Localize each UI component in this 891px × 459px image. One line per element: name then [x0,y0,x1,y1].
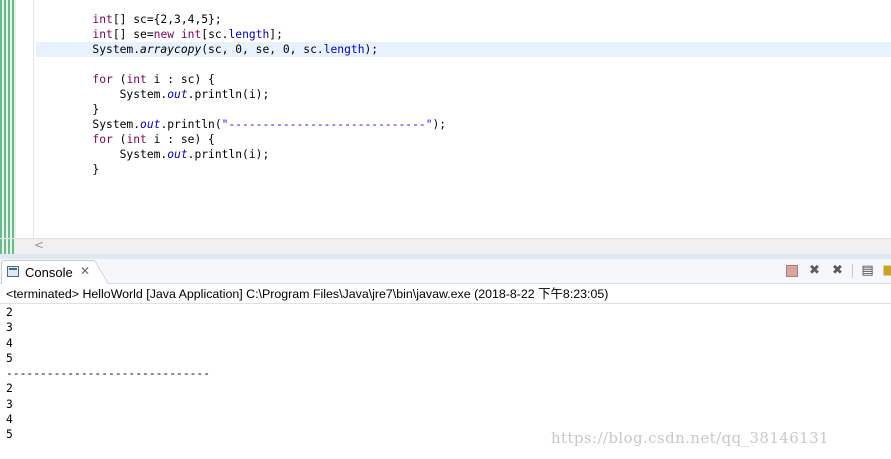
console-output-line: ------------------------------ [6,367,211,381]
code-token: System. [38,148,168,161]
code-editor[interactable]: int[] sc={2,3,4,5}; int[] se=new int[sc.… [0,0,891,238]
code-token: int [92,28,113,41]
code-line[interactable]: int[] sc={2,3,4,5}; [38,12,446,27]
code-line[interactable]: System.arraycopy(sc, 0, se, 0, sc.length… [38,42,446,57]
remove-launch-icon[interactable]: ✖ [806,262,823,279]
console-output-line: 5 [6,428,13,442]
code-line[interactable]: for (int i : se) { [38,132,446,147]
code-token: [sc. [201,28,229,41]
code-line[interactable]: } [38,162,446,177]
code-token: i : se) { [146,133,215,146]
code-token: "-----------------------------" [221,118,433,131]
code-token: int [126,73,147,86]
console-output-line: 2 [6,306,13,319]
code-token: } [38,163,100,176]
code-token: ( [112,73,127,86]
console-output-line: 4 [6,413,13,427]
code-line[interactable]: System.out.println(i); [38,147,446,162]
code-area[interactable]: int[] sc={2,3,4,5}; int[] se=new int[sc.… [38,12,446,177]
code-token: System. [38,88,168,101]
watermark: https://blog.csdn.net/qq_38146131 [551,429,829,447]
code-token: int [92,13,113,26]
code-token: System. [38,43,141,56]
code-token: (sc, 0, se, 0, sc. [201,43,324,56]
code-token: ]; [269,28,283,41]
code-line[interactable]: int[] se=new int[sc.length]; [38,27,446,42]
console-icon [7,266,19,277]
code-line[interactable] [38,57,446,72]
code-token: .println( [160,118,222,131]
code-line[interactable]: for (int i : sc) { [38,72,446,87]
code-token: [] sc={2,3,4,5}; [112,13,222,26]
code-token: int [180,28,202,41]
scroll-lock-icon[interactable]: ■ [880,262,891,279]
code-line[interactable]: } [38,102,446,117]
code-token: .println(i); [187,148,270,161]
console-output-line: 2 [6,382,13,396]
code-token: new [153,28,175,41]
close-icon[interactable]: ✕ [80,264,90,278]
code-token: } [38,103,100,116]
code-token: length [323,43,365,56]
code-token: i : sc) { [146,73,215,86]
console-output-line: 5 [6,351,13,365]
code-token: ); [432,118,447,131]
code-token: out [167,88,188,101]
code-token: System. [38,118,141,131]
scrollbar-gutter-stripe [0,239,16,254]
code-token: for [92,133,113,146]
terminate-icon[interactable] [783,262,800,279]
code-token: .println(i); [187,88,270,101]
console-output-line: 3 [6,397,13,411]
tab-console[interactable]: Console ✕ [1,260,97,284]
code-line[interactable]: System.out.println(i); [38,87,446,102]
code-token: for [92,73,113,86]
code-token: length [228,28,270,41]
code-token: out [140,118,161,131]
tab-edge [94,260,108,284]
console-output-line: 3 [6,321,13,335]
tab-console-label: Console [25,265,73,280]
remove-all-terminated-icon[interactable]: ✖ [829,262,846,279]
code-token: ( [112,133,127,146]
scroll-left-arrow-icon[interactable]: < [34,238,44,252]
clear-console-icon[interactable]: ▤ [859,262,876,279]
code-line[interactable]: System.out.println("--------------------… [38,117,446,132]
editor-overview-gutter [0,0,16,238]
console-output-line: 4 [6,336,13,350]
code-token: [] se= [112,28,154,41]
code-token: out [167,148,188,161]
editor-horizontal-scrollbar[interactable]: < [0,238,891,254]
code-token: ); [364,43,379,56]
editor-ruler-divider [33,0,34,238]
console-process-status: <terminated> HelloWorld [Java Applicatio… [0,284,891,304]
toolbar-separator [852,264,853,278]
code-token: arraycopy [140,43,202,56]
code-token: int [126,133,147,146]
console-view-toolbar: Console ✕ ✖ ✖ ▤ ■ [0,259,891,284]
console-output[interactable]: 2 3 4 5 ------------------------------ 2 3 4 5 [6,305,210,443]
